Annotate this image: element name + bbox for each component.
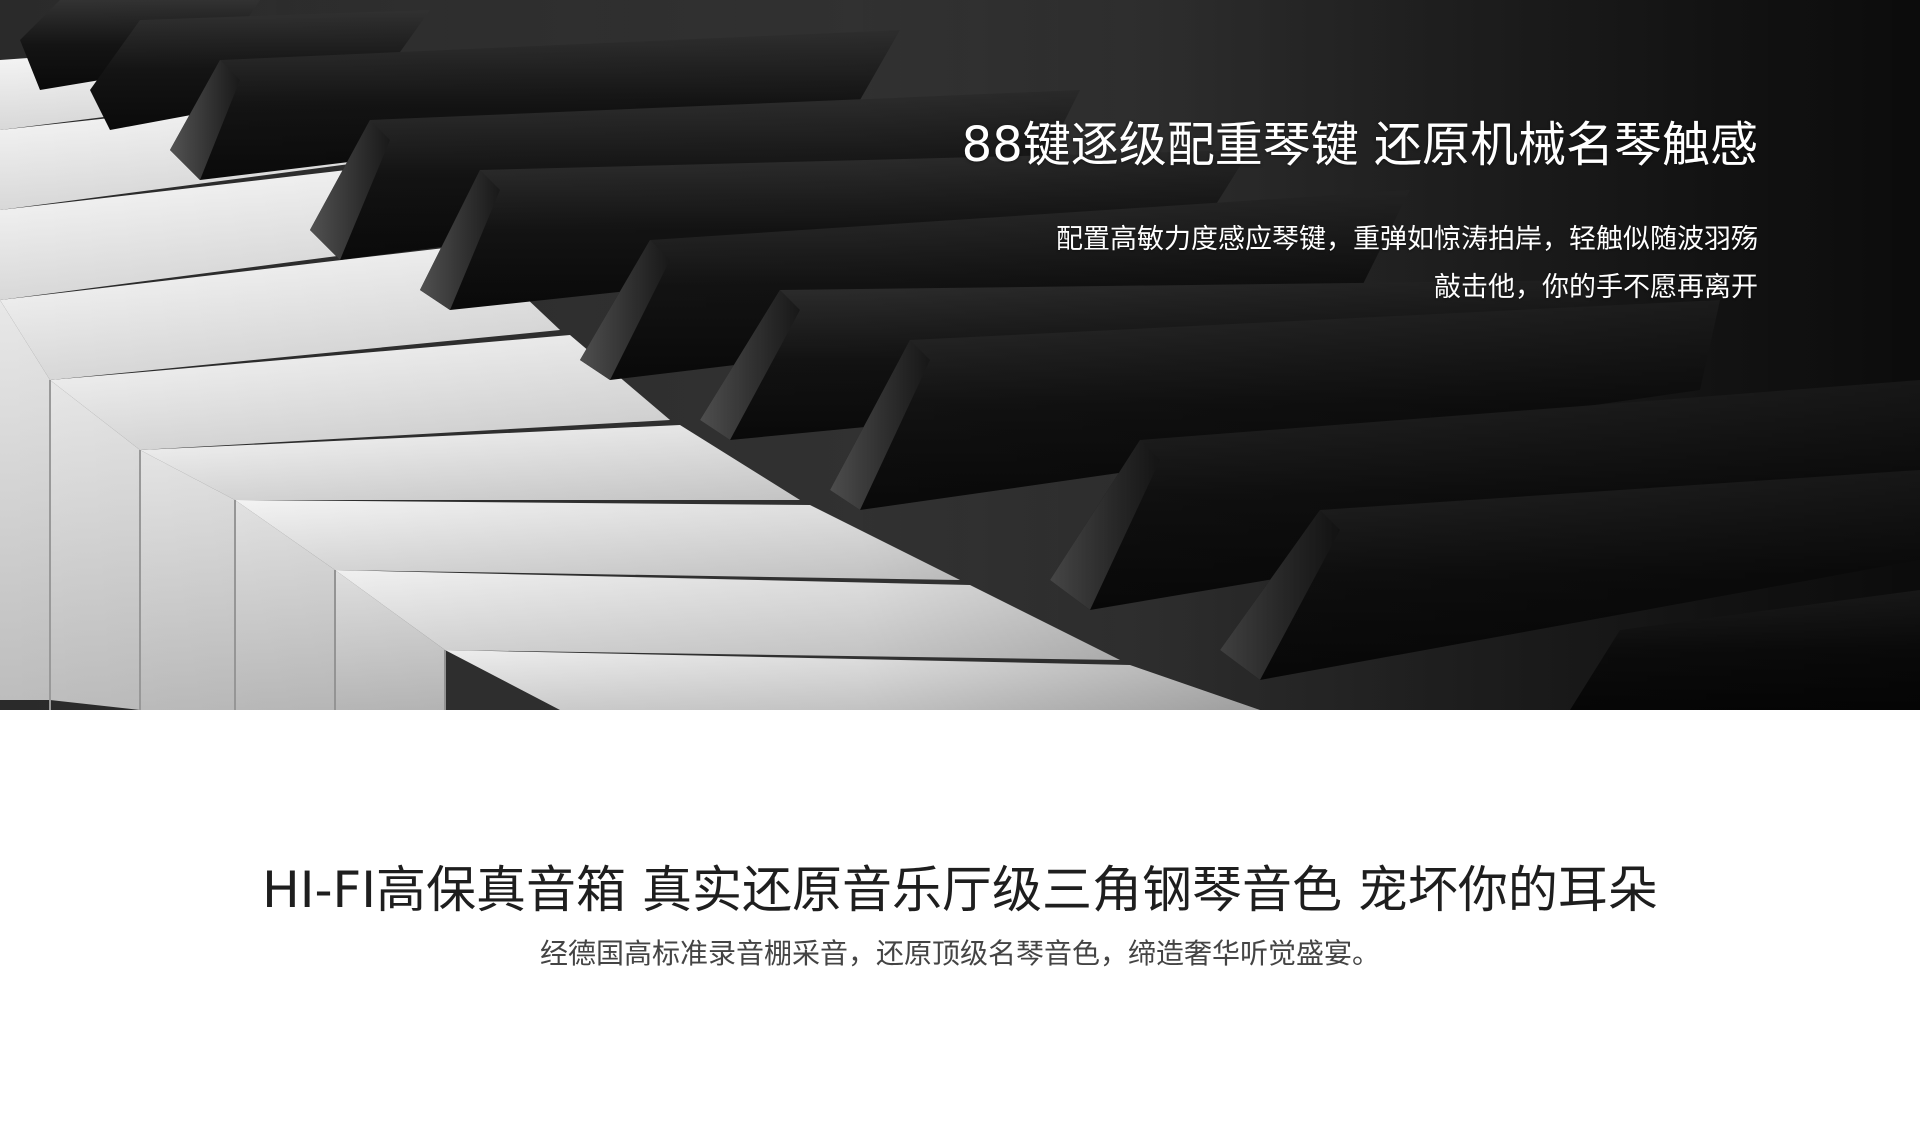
hero-description-line-1: 配置高敏力度感应琴键，重弹如惊涛拍岸，轻触似随波羽殇 — [1056, 224, 1758, 255]
feature-section: HI-FI高保真音箱 真实还原音乐厅级三角钢琴音色 宠坏你的耳朵 经德国高标准录… — [0, 850, 1920, 978]
hero-description: 配置高敏力度感应琴键，重弹如惊涛拍岸，轻触似随波羽殇 敲击他，你的手不愿再离开 — [962, 216, 1758, 312]
hero-description-line-2: 敲击他，你的手不愿再离开 — [1434, 272, 1758, 303]
feature-title: HI-FI高保真音箱 真实还原音乐厅级三角钢琴音色 宠坏你的耳朵 — [262, 861, 1658, 919]
piano-keys-image — [0, 0, 1920, 710]
hero-title: 88键逐级配重琴键 还原机械名琴触感 — [961, 117, 1758, 173]
feature-description: 经德国高标准录音棚采音，还原顶级名琴音色，缔造奢华听觉盛宴。 — [539, 937, 1380, 970]
hero-banner: 88键逐级配重琴键 还原机械名琴触感 配置高敏力度感应琴键，重弹如惊涛拍岸，轻触… — [0, 0, 1920, 710]
hero-text-block: 88键逐级配重琴键 还原机械名琴触感 配置高敏力度感应琴键，重弹如惊涛拍岸，轻触… — [962, 110, 1758, 312]
page: 88键逐级配重琴键 还原机械名琴触感 配置高敏力度感应琴键，重弹如惊涛拍岸，轻触… — [0, 0, 1920, 1125]
